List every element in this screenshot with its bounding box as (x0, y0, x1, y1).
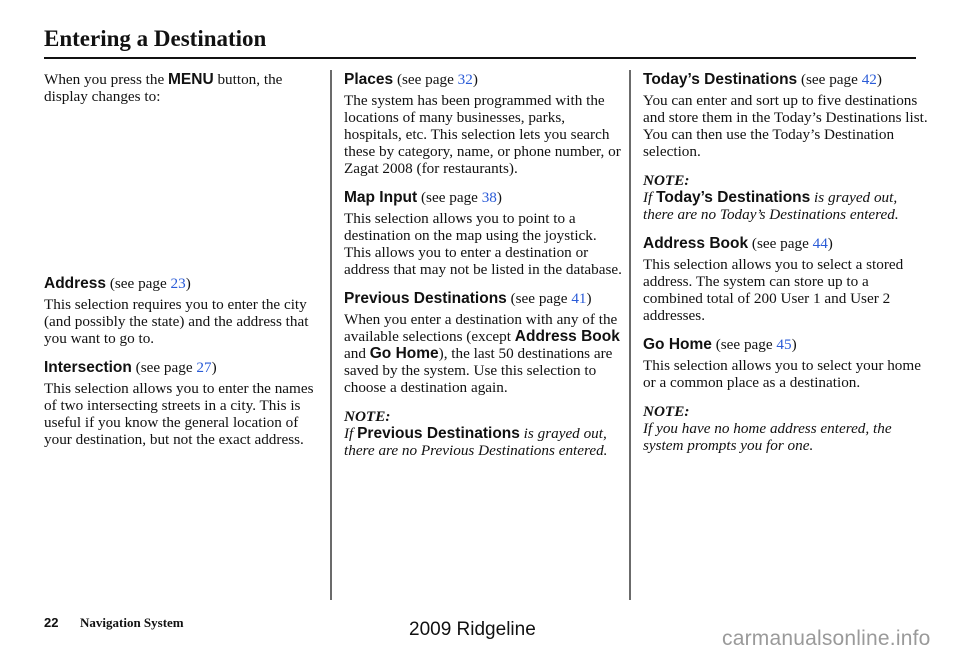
note-body: If Previous Destinations is grayed out, … (344, 425, 608, 459)
note-heading: NOTE: (643, 172, 690, 189)
section-heading: Today’s Destinations (see page 42) (643, 71, 882, 88)
column-divider (330, 70, 332, 600)
page-link-38[interactable]: 38 (482, 189, 497, 206)
image-placeholder-space (44, 105, 324, 275)
section-body: This selection allows you to enter the n… (44, 380, 314, 448)
section-body: This selection allows you to select a st… (643, 256, 904, 324)
menu-keyword: MENU (168, 71, 214, 88)
column-divider (629, 70, 631, 600)
address-book-keyword: Address Book (514, 328, 620, 345)
section-label: Previous Destinations (344, 290, 507, 307)
watermark: carmanualsonline.info (722, 627, 931, 650)
footer-section-name: Navigation System (80, 615, 184, 630)
section-label: Places (344, 71, 394, 88)
page-link-32[interactable]: 32 (458, 71, 473, 88)
section-address-book: Address Book (see page 44) This selectio… (643, 235, 928, 324)
section-label: Intersection (44, 359, 132, 376)
section-heading: Intersection (see page 27) (44, 359, 217, 376)
page-link-42[interactable]: 42 (862, 71, 877, 88)
page-link-27[interactable]: 27 (196, 359, 211, 376)
page-link-23[interactable]: 23 (171, 275, 186, 292)
section-previous-destinations: Previous Destinations (see page 41) When… (344, 290, 624, 459)
page-title: Entering a Destination (44, 26, 267, 51)
section-body: You can enter and sort up to five destin… (643, 92, 928, 160)
previous-destinations-keyword: Previous Destinations (357, 425, 520, 442)
section-address: Address (see page 23) This selection req… (44, 275, 324, 347)
section-label: Address (44, 275, 107, 292)
title-rule (44, 57, 916, 59)
note-heading: NOTE: (643, 403, 690, 420)
section-heading: Map Input (see page 38) (344, 189, 502, 206)
footer-model-name: 2009 Ridgeline (409, 619, 536, 640)
section-todays-destinations: Today’s Destinations (see page 42) You c… (643, 71, 928, 223)
section-body: This selection allows you to point to a … (344, 210, 622, 278)
column-middle: Places (see page 32) The system has been… (344, 71, 624, 471)
footer-page-number: 22 (44, 615, 59, 630)
section-intersection: Intersection (see page 27) This selectio… (44, 359, 324, 448)
note-body: If you have no home address entered, the… (643, 420, 892, 454)
section-body: When you enter a destination with any of… (344, 311, 620, 396)
note-body: If Today’s Destinations is grayed out, t… (643, 189, 899, 223)
column-left: When you press the MENU button, the disp… (44, 71, 324, 460)
note-heading: NOTE: (344, 408, 391, 425)
section-label: Today’s Destinations (643, 71, 798, 88)
go-home-keyword: Go Home (369, 345, 439, 362)
section-go-home: Go Home (see page 45) This selection all… (643, 336, 928, 454)
page-link-45[interactable]: 45 (776, 336, 791, 353)
section-heading: Address Book (see page 44) (643, 235, 833, 252)
section-body: This selection requires you to enter the… (44, 296, 309, 347)
section-map-input: Map Input (see page 38) This selection a… (344, 189, 624, 278)
column-right: Today’s Destinations (see page 42) You c… (643, 71, 928, 466)
section-body: The system has been programmed with the … (344, 92, 621, 177)
section-label: Map Input (344, 189, 418, 206)
section-heading: Go Home (see page 45) (643, 336, 797, 353)
intro-text: When you press the MENU button, the disp… (44, 71, 283, 105)
page-link-41[interactable]: 41 (571, 290, 586, 307)
section-heading: Previous Destinations (see page 41) (344, 290, 592, 307)
todays-destinations-keyword: Today’s Destinations (656, 189, 811, 206)
section-places: Places (see page 32) The system has been… (344, 71, 624, 177)
section-body: This selection allows you to select your… (643, 357, 921, 391)
section-heading: Places (see page 32) (344, 71, 478, 88)
section-label: Address Book (643, 235, 749, 252)
section-label: Go Home (643, 336, 712, 353)
page-link-44[interactable]: 44 (813, 235, 828, 252)
section-heading: Address (see page 23) (44, 275, 191, 292)
